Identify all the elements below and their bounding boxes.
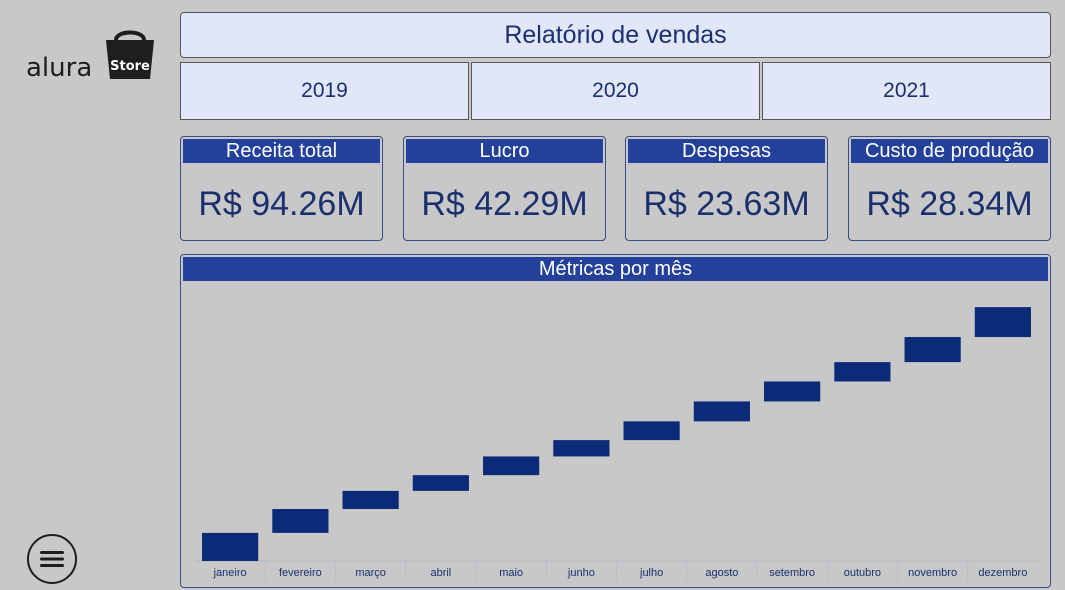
waterfall-chart: janeiro fevereiro março abril maio junho julho…	[195, 307, 1038, 581]
waterfall-bar-janeiro[interactable]	[202, 532, 259, 561]
x-tick-label: outubro	[844, 567, 881, 579]
basket-icon: Store	[106, 30, 154, 79]
waterfall-bar-julho[interactable]	[623, 421, 680, 441]
waterfall-bar-fevereiro[interactable]	[272, 509, 329, 533]
alura-store-logo: alura Store	[22, 26, 162, 86]
x-tick-label: julho	[639, 567, 663, 579]
kpi-label: Custo de produção	[851, 139, 1048, 163]
waterfall-bar-junho[interactable]	[553, 440, 610, 457]
waterfall-bar-outubro[interactable]	[834, 362, 891, 382]
x-tick-label: dezembro	[978, 567, 1027, 579]
kpi-value: R$ 42.29M	[421, 185, 588, 223]
kpi-card-despesas: Despesas R$ 23.63M	[625, 136, 828, 241]
x-tick-label: maio	[499, 567, 523, 579]
kpi-label: Lucro	[406, 139, 603, 163]
waterfall-bar-maio[interactable]	[483, 456, 540, 476]
kpi-card-receita: Receita total R$ 94.26M	[180, 136, 383, 241]
waterfall-bar-setembro[interactable]	[764, 381, 821, 402]
waterfall-bar-março[interactable]	[342, 490, 399, 510]
hamburger-menu-icon	[40, 551, 64, 567]
x-tick-label: novembro	[908, 567, 957, 579]
year-filter: 2019 2020 2021	[180, 62, 1051, 120]
kpi-card-custo: Custo de produção R$ 28.34M	[848, 136, 1051, 241]
kpi-card-lucro: Lucro R$ 42.29M	[403, 136, 606, 241]
year-button-2020[interactable]: 2020	[471, 62, 760, 120]
waterfall-bar-abril[interactable]	[412, 475, 469, 491]
waterfall-bar-novembro[interactable]	[904, 337, 961, 363]
x-tick-label: fevereiro	[279, 567, 322, 579]
year-button-2019[interactable]: 2019	[180, 62, 469, 120]
kpi-value: R$ 23.63M	[643, 185, 810, 223]
x-tick-label: setembro	[769, 567, 815, 579]
logo-text: alura	[26, 53, 93, 83]
kpi-value: R$ 94.26M	[198, 185, 365, 223]
kpi-label: Despesas	[628, 139, 825, 163]
monthly-metrics-panel: Métricas por mês janeiro fevereiro março ab…	[180, 254, 1051, 588]
menu-button[interactable]	[27, 534, 77, 584]
x-tick-label: março	[355, 567, 386, 579]
x-tick-label: janeiro	[213, 567, 247, 579]
logo-badge: Store	[110, 59, 150, 74]
page-title: Relatório de vendas	[180, 12, 1051, 58]
kpi-value: R$ 28.34M	[866, 185, 1033, 223]
waterfall-bar-dezembro[interactable]	[974, 307, 1031, 338]
waterfall-bar-agosto[interactable]	[693, 401, 750, 422]
x-tick-label: abril	[430, 567, 451, 579]
x-tick-label: junho	[567, 567, 595, 579]
kpi-label: Receita total	[183, 139, 380, 163]
x-tick-label: agosto	[705, 567, 738, 579]
year-button-2021[interactable]: 2021	[762, 62, 1051, 120]
